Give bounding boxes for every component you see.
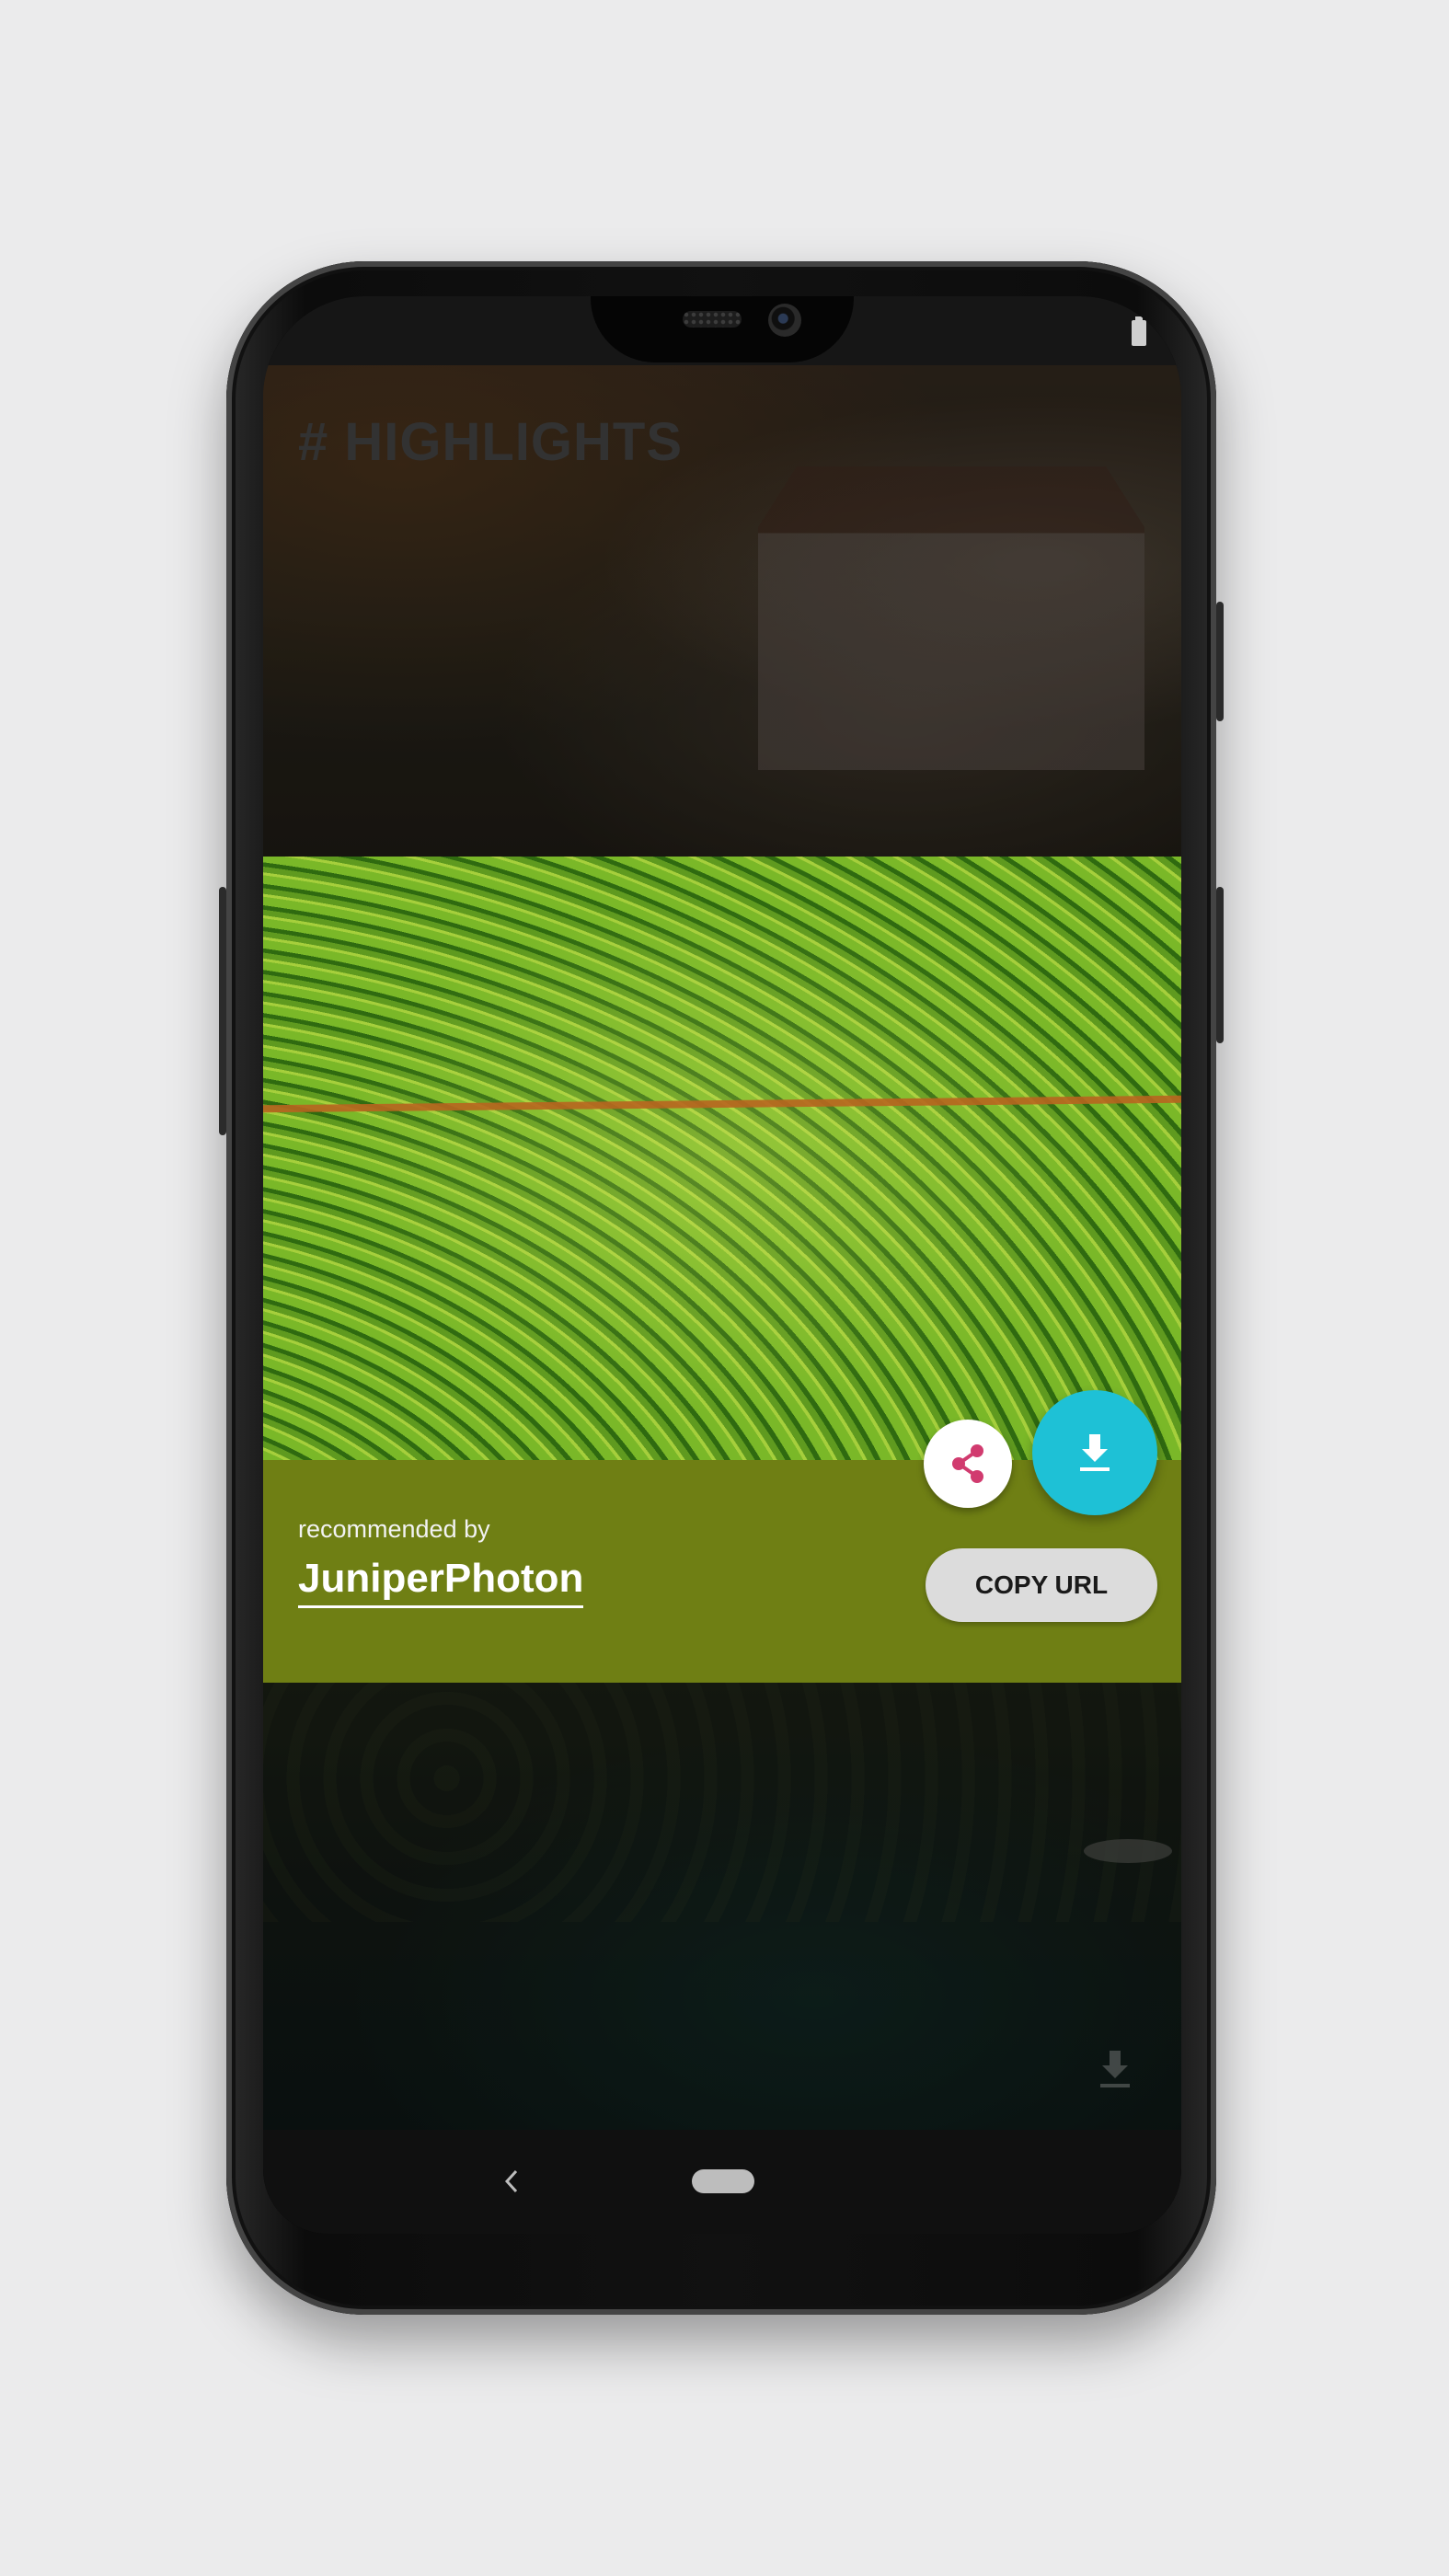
palm-trees-photo	[263, 1683, 1181, 1922]
back-icon	[504, 2169, 518, 2193]
download-button[interactable]	[1032, 1390, 1157, 1515]
battery-icon	[1132, 316, 1146, 346]
download-icon[interactable]	[1097, 2049, 1133, 2094]
author-link[interactable]: JuniperPhoton	[298, 1556, 584, 1608]
speaker-icon	[683, 311, 742, 328]
highlights-card: # HIGHLIGHTS	[263, 365, 1181, 858]
share-button[interactable]	[924, 1420, 1012, 1508]
volume-button	[219, 887, 226, 1135]
phone-screen: # HIGHLIGHTS recommended by JuniperPhoto…	[263, 296, 1181, 2234]
home-button[interactable]	[692, 2169, 754, 2193]
house-photo	[758, 466, 1144, 770]
highlights-title: # HIGHLIGHTS	[298, 412, 684, 472]
share-icon	[952, 1444, 983, 1483]
back-button[interactable]	[493, 2163, 530, 2200]
download-icon	[1080, 1434, 1110, 1471]
status-bar	[263, 296, 1181, 365]
copy-url-button[interactable]: COPY URL	[926, 1548, 1157, 1622]
boat	[1084, 1839, 1172, 1863]
power-button	[1216, 602, 1224, 721]
camera-icon	[768, 304, 801, 337]
photo-card-background	[263, 1683, 1181, 2130]
tea-field-photo[interactable]	[263, 857, 1181, 1460]
photo-highlight	[263, 857, 1181, 1460]
navigation-bar	[263, 2130, 1181, 2234]
notch	[591, 296, 854, 362]
photo-detail-card: recommended by JuniperPhoton COPY URL	[263, 857, 1181, 1683]
recommended-label: recommended by	[298, 1515, 490, 1543]
photo-info-panel: recommended by JuniperPhoton COPY URL	[263, 1460, 1181, 1683]
side-button	[1216, 887, 1224, 1043]
